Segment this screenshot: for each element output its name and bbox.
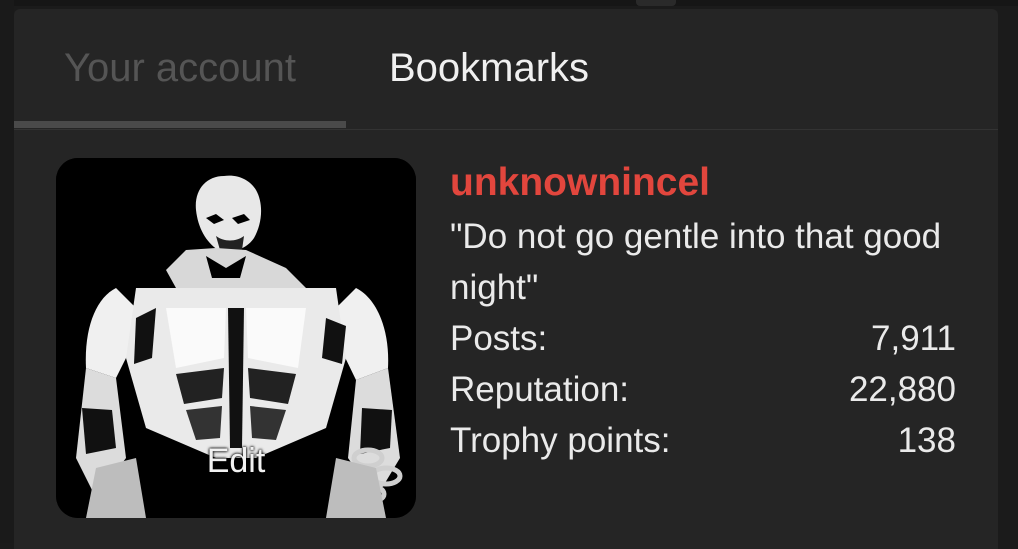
stat-row-trophy-points: Trophy points: 138 bbox=[450, 415, 956, 466]
avatar[interactable]: Edit bbox=[56, 158, 416, 518]
stat-value: 7,911 bbox=[871, 319, 956, 358]
tab-your-account-label: Your account bbox=[63, 45, 297, 90]
user-custom-title: "Do not go gentle into that good night" bbox=[450, 217, 942, 307]
user-info: unknownincel "Do not go gentle into that… bbox=[450, 159, 956, 466]
stat-label: Reputation: bbox=[450, 370, 630, 409]
background-left-edge bbox=[0, 0, 14, 543]
account-menu-panel: Your account Bookmarks Edit unknownincel… bbox=[14, 9, 998, 549]
tab-bookmarks-label: Bookmarks bbox=[389, 45, 590, 90]
stat-label: Trophy points: bbox=[450, 421, 671, 460]
avatar-edit-button[interactable]: Edit bbox=[56, 442, 416, 481]
stat-row-posts: Posts: 7,911 bbox=[450, 313, 956, 364]
background-top-edge bbox=[0, 0, 1018, 6]
stat-row-reputation: Reputation: 22,880 bbox=[450, 364, 956, 415]
tab-bookmarks[interactable]: Bookmarks bbox=[346, 9, 646, 127]
stat-label: Posts: bbox=[450, 319, 548, 358]
tab-your-account[interactable]: Your account bbox=[14, 9, 346, 128]
tab-your-account-underline bbox=[14, 121, 346, 128]
stat-value: 138 bbox=[897, 421, 956, 460]
username-link[interactable]: unknownincel bbox=[450, 159, 956, 207]
stat-value: 22,880 bbox=[848, 370, 956, 409]
account-menu-tabs: Your account Bookmarks bbox=[14, 9, 998, 130]
background-top-mark bbox=[636, 0, 676, 6]
